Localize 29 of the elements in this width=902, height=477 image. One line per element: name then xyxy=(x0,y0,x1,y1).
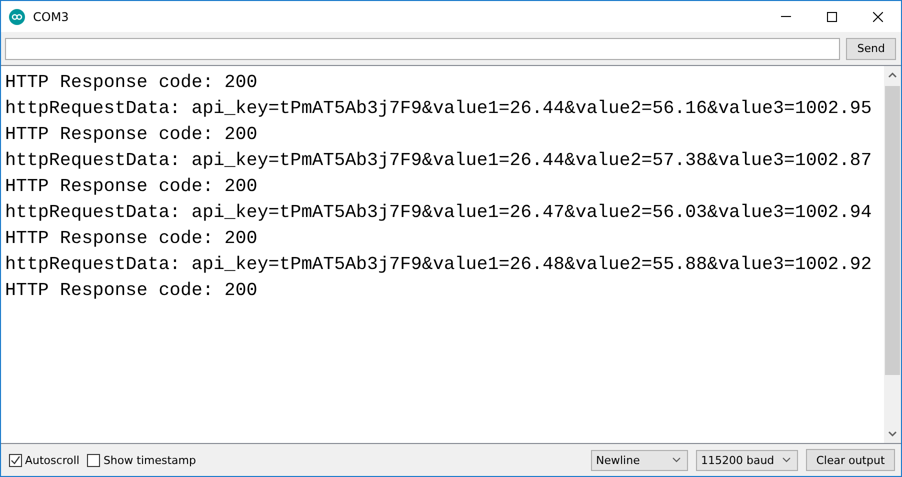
output-line: httpRequestData: api_key=tPmAT5Ab3j7F9&value1=26.48&value2=55.88&value3=1002.92 xyxy=(5,254,873,277)
caret-icon xyxy=(782,457,791,463)
line-ending-dropdown[interactable]: Newline xyxy=(591,450,688,470)
app-logo-icon xyxy=(9,8,25,24)
close-icon xyxy=(873,12,883,22)
checkbox-label: Autoscroll xyxy=(25,454,80,466)
scroll-up-icon[interactable] xyxy=(888,72,897,78)
scroll-down-icon[interactable] xyxy=(888,431,897,437)
scrollbar[interactable] xyxy=(884,66,901,443)
output-line: httpRequestData: api_key=tPmAT5Ab3j7F9&value1=26.47&value2=56.03&value3=1002.94 xyxy=(5,202,873,225)
checkbox-label: Show timestamp xyxy=(103,454,196,466)
checkbox[interactable] xyxy=(87,454,100,466)
baud-rate-dropdown[interactable]: 115200 baud xyxy=(696,450,798,470)
output-line: httpRequestData: api_key=tPmAT5Ab3j7F9&value1=26.44&value2=56.16&value3=1002.95 xyxy=(5,98,873,121)
output-line: HTTP Response code: 200 xyxy=(5,280,258,303)
output-line: HTTP Response code: 200 xyxy=(5,72,258,95)
checkbox[interactable] xyxy=(9,454,22,466)
clear-output-button[interactable]: Clear output xyxy=(806,449,895,471)
caret-icon xyxy=(672,457,681,463)
minimize-icon xyxy=(781,16,791,17)
send-button[interactable]: Send xyxy=(846,38,896,60)
window-title: COM3 xyxy=(33,10,70,24)
output-line: HTTP Response code: 200 xyxy=(5,124,258,147)
scrollbar-thumb[interactable] xyxy=(885,86,900,375)
output-line: httpRequestData: api_key=tPmAT5Ab3j7F9&value1=26.44&value2=57.38&value3=1002.87 xyxy=(5,150,873,173)
maximize-icon xyxy=(827,12,837,22)
output-line: HTTP Response code: 200 xyxy=(5,228,258,251)
message-input-field[interactable] xyxy=(5,38,840,60)
output-line: HTTP Response code: 200 xyxy=(5,176,258,199)
